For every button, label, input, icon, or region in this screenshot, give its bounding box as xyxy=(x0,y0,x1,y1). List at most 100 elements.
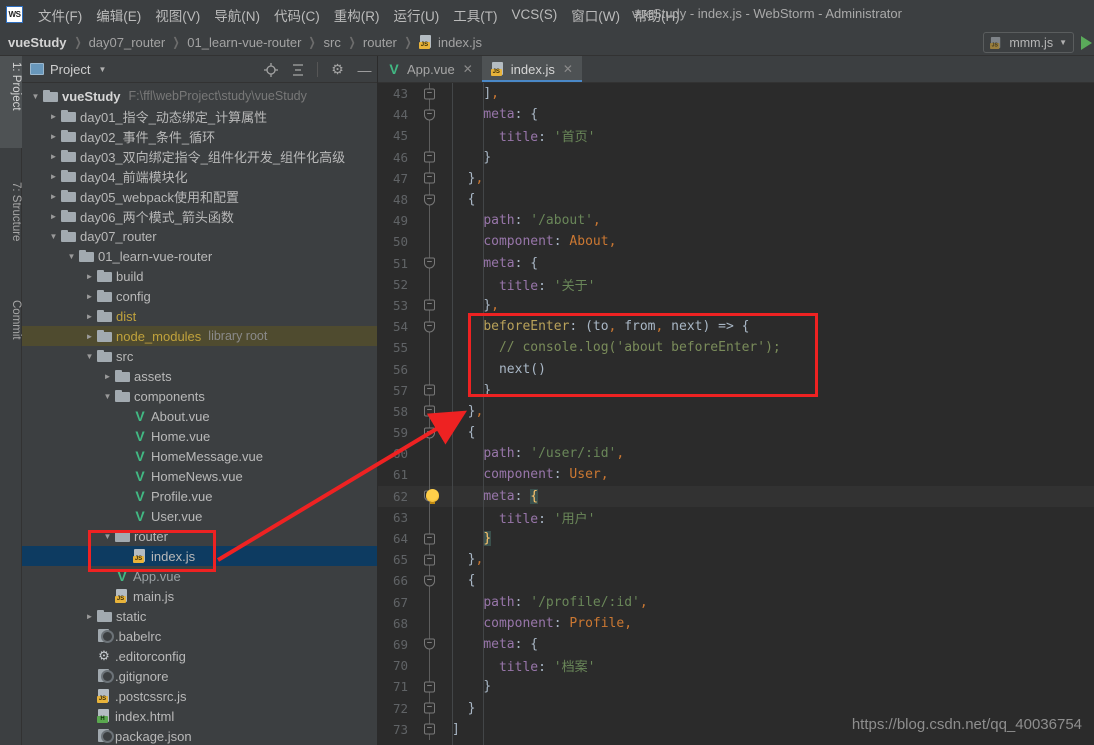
tree-node-src[interactable]: ▼src xyxy=(22,346,377,366)
chevron-right-icon[interactable]: ► xyxy=(48,152,59,161)
editor-gutter[interactable]: − xyxy=(416,634,444,655)
code-line[interactable]: 48− { xyxy=(378,189,1094,210)
tree-node-about.vue[interactable]: ►VAbout.vue xyxy=(22,406,377,426)
chevron-right-icon[interactable]: ► xyxy=(48,172,59,181)
code-line[interactable]: 64− } xyxy=(378,528,1094,549)
tree-node-day05_webpack[interactable]: ►day05_webpack使用和配置 xyxy=(22,186,377,206)
fold-end-icon[interactable]: − xyxy=(424,152,435,163)
code-line[interactable]: 46− } xyxy=(378,147,1094,168)
code-line[interactable]: 53− }, xyxy=(378,295,1094,316)
hide-panel-icon[interactable]: — xyxy=(357,62,372,77)
tool-tab-project[interactable]: 1: Project xyxy=(0,56,22,148)
code-line[interactable]: 61 component: User, xyxy=(378,464,1094,485)
editor-gutter[interactable]: − xyxy=(416,316,444,337)
tree-node-01_learn-vue-router[interactable]: ▼01_learn-vue-router xyxy=(22,246,377,266)
code-line[interactable]: 51− meta: { xyxy=(378,253,1094,274)
menu-vcs[interactable]: VCS(S) xyxy=(505,4,565,25)
tree-node-build[interactable]: ►build xyxy=(22,266,377,286)
fold-end-icon[interactable]: − xyxy=(424,554,435,565)
run-button-icon[interactable] xyxy=(1081,36,1092,50)
fold-collapse-icon[interactable]: − xyxy=(424,109,435,120)
fold-collapse-icon[interactable]: − xyxy=(424,639,435,650)
tree-node-.babelrc[interactable]: ►.babelrc xyxy=(22,626,377,646)
breadcrumb-item-index-js[interactable]: index.js xyxy=(419,35,482,50)
fold-end-icon[interactable]: − xyxy=(424,173,435,184)
menu-run[interactable]: 运行(U) xyxy=(387,2,447,28)
fold-end-icon[interactable]: − xyxy=(424,88,435,99)
editor-gutter[interactable] xyxy=(416,655,444,676)
tree-node-day01___[interactable]: ►day01_指令_动态绑定_计算属性 xyxy=(22,106,377,126)
editor-gutter[interactable] xyxy=(416,125,444,146)
chevron-right-icon[interactable]: ► xyxy=(102,372,113,381)
menu-tools[interactable]: 工具(T) xyxy=(446,2,504,28)
editor-gutter[interactable]: − xyxy=(416,570,444,591)
settings-gear-icon[interactable]: ⚙ xyxy=(330,62,345,77)
tree-node-user.vue[interactable]: ►VUser.vue xyxy=(22,506,377,526)
fold-collapse-icon[interactable]: − xyxy=(424,194,435,205)
run-configuration-selector[interactable]: mmm.js ▼ xyxy=(983,32,1074,53)
chevron-down-icon[interactable]: ▼ xyxy=(102,532,113,541)
menu-file[interactable]: 文件(F) xyxy=(31,2,89,28)
code-line[interactable]: 54− beforeEnter: (to, from, next) => { xyxy=(378,316,1094,337)
code-line[interactable]: 45 title: '首页' xyxy=(378,125,1094,146)
chevron-right-icon[interactable]: ► xyxy=(84,312,95,321)
editor-gutter[interactable] xyxy=(416,358,444,379)
menu-view[interactable]: 视图(V) xyxy=(148,2,207,28)
editor-gutter[interactable] xyxy=(416,464,444,485)
fold-collapse-icon[interactable]: − xyxy=(424,321,435,332)
editor-gutter[interactable]: − xyxy=(416,189,444,210)
tree-node-app.vue[interactable]: ►VApp.vue xyxy=(22,566,377,586)
tree-node-profile.vue[interactable]: ►VProfile.vue xyxy=(22,486,377,506)
menu-navigate[interactable]: 导航(N) xyxy=(207,2,267,28)
tree-node-components[interactable]: ▼components xyxy=(22,386,377,406)
code-line[interactable]: 58− }, xyxy=(378,401,1094,422)
code-line[interactable]: 70 title: '档案' xyxy=(378,655,1094,676)
editor-gutter[interactable] xyxy=(416,613,444,634)
tree-node-home.vue[interactable]: ►VHome.vue xyxy=(22,426,377,446)
code-line[interactable]: 49 path: '/about', xyxy=(378,210,1094,231)
editor-gutter[interactable] xyxy=(416,337,444,358)
editor-gutter[interactable] xyxy=(416,592,444,613)
chevron-right-icon[interactable]: ► xyxy=(84,332,95,341)
close-icon[interactable]: ✕ xyxy=(463,62,473,76)
tree-node-router[interactable]: ▼router xyxy=(22,526,377,546)
code-line[interactable]: 62− meta: { xyxy=(378,486,1094,507)
editor-gutter[interactable]: − xyxy=(416,147,444,168)
editor-gutter[interactable] xyxy=(416,210,444,231)
editor-gutter[interactable]: − xyxy=(416,549,444,570)
editor-gutter[interactable]: − xyxy=(416,528,444,549)
close-icon[interactable]: ✕ xyxy=(563,62,573,76)
code-line[interactable]: 50 component: About, xyxy=(378,231,1094,252)
code-line[interactable]: 56 next() xyxy=(378,358,1094,379)
breadcrumb-item-router[interactable]: router xyxy=(363,35,397,50)
chevron-right-icon[interactable]: ► xyxy=(48,192,59,201)
tree-node-day04_[interactable]: ►day04_前端模块化 xyxy=(22,166,377,186)
fold-collapse-icon[interactable]: − xyxy=(424,258,435,269)
editor-gutter[interactable]: − xyxy=(416,422,444,443)
project-tree[interactable]: ▼vueStudyF:\ffl\webProject\study\vueStud… xyxy=(22,83,377,745)
fold-collapse-icon[interactable]: − xyxy=(424,427,435,438)
code-editor[interactable]: 43− ],44− meta: {45 title: '首页'46− }47− … xyxy=(378,83,1094,745)
fold-end-icon[interactable]: − xyxy=(424,533,435,544)
editor-gutter[interactable]: − xyxy=(416,83,444,104)
tree-node-day07_router[interactable]: ▼day07_router xyxy=(22,226,377,246)
tree-node-vuestudy[interactable]: ▼vueStudyF:\ffl\webProject\study\vueStud… xyxy=(22,86,377,106)
tree-node-index.js[interactable]: ►index.js xyxy=(22,546,377,566)
tree-node-homenews.vue[interactable]: ►VHomeNews.vue xyxy=(22,466,377,486)
editor-gutter[interactable] xyxy=(416,231,444,252)
code-line[interactable]: 57− } xyxy=(378,380,1094,401)
code-line[interactable]: 52 title: '关于' xyxy=(378,274,1094,295)
editor-tab-app-vue[interactable]: VApp.vue✕ xyxy=(378,56,482,82)
tree-node-dist[interactable]: ►dist xyxy=(22,306,377,326)
code-line[interactable]: 44− meta: { xyxy=(378,104,1094,125)
fold-end-icon[interactable]: − xyxy=(424,724,435,735)
code-line[interactable]: 59− { xyxy=(378,422,1094,443)
locate-file-icon[interactable] xyxy=(263,62,278,77)
editor-gutter[interactable]: − xyxy=(416,401,444,422)
tree-node-homemessage.vue[interactable]: ►VHomeMessage.vue xyxy=(22,446,377,466)
menu-code[interactable]: 代码(C) xyxy=(267,2,327,28)
tree-node-day03___[interactable]: ►day03_双向绑定指令_组件化开发_组件化高级 xyxy=(22,146,377,166)
tree-node-assets[interactable]: ►assets xyxy=(22,366,377,386)
code-line[interactable]: 68 component: Profile, xyxy=(378,613,1094,634)
tree-node-day06__[interactable]: ►day06_两个模式_箭头函数 xyxy=(22,206,377,226)
